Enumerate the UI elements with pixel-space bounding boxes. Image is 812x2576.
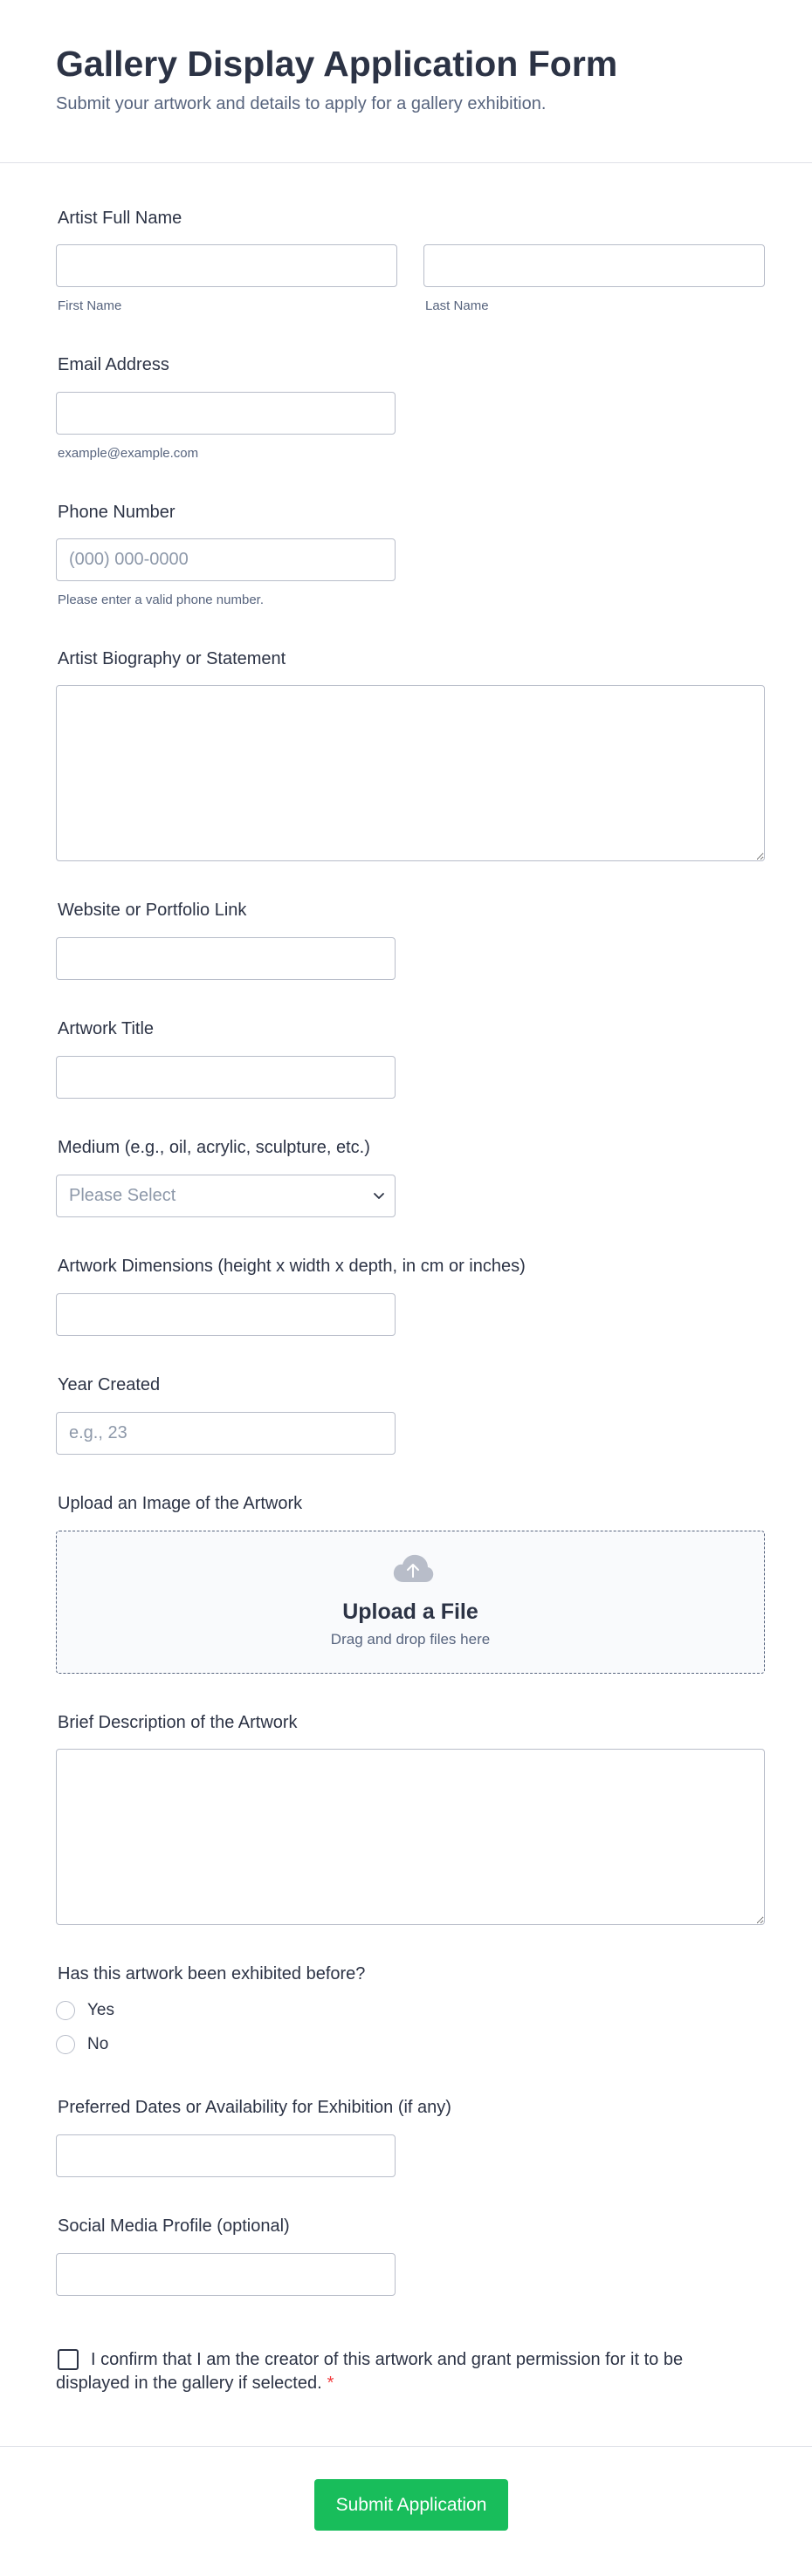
question-social: Social Media Profile (optional) xyxy=(56,2215,290,2237)
file-upload-dropzone[interactable]: Upload a File Drag and drop files here xyxy=(56,1531,765,1674)
biography-label: Artist Biography or Statement xyxy=(58,649,286,668)
biography-textarea[interactable] xyxy=(56,685,765,861)
last-name-input[interactable] xyxy=(423,244,765,287)
website-label: Website or Portfolio Link xyxy=(58,901,247,920)
consent-text: I confirm that I am the creator of this … xyxy=(56,2348,702,2395)
medium-label: Medium (e.g., oil, acrylic, sculpture, e… xyxy=(58,1138,370,1157)
social-label: Social Media Profile (optional) xyxy=(58,2216,290,2236)
form-body: Artist Full Name First Name Last Name Em… xyxy=(0,163,812,2447)
radio-yes-label: Yes xyxy=(87,2001,114,2019)
question-email: Email Address xyxy=(56,353,169,376)
form-header: Gallery Display Application Form Submit … xyxy=(0,0,812,163)
consent-label: I confirm that I am the creator of this … xyxy=(56,2350,684,2393)
year-input[interactable] xyxy=(56,1412,396,1455)
radio-yes[interactable] xyxy=(56,2001,75,2020)
email-input[interactable] xyxy=(56,392,396,435)
question-dimensions: Artwork Dimensions (height x width x dep… xyxy=(56,1255,526,1278)
artwork-title-input[interactable] xyxy=(56,1056,396,1099)
email-sublabel: example@example.com xyxy=(58,446,199,461)
question-year: Year Created xyxy=(56,1374,160,1396)
question-dates: Preferred Dates or Availability for Exhi… xyxy=(56,2096,451,2119)
radio-no[interactable] xyxy=(56,2035,75,2054)
phone-label: Phone Number xyxy=(58,503,175,522)
question-exhibited: Has this artwork been exhibited before? xyxy=(56,1963,365,1985)
form-subtitle: Submit your artwork and details to apply… xyxy=(56,94,547,113)
radio-option-no[interactable]: No xyxy=(56,2035,108,2054)
year-label: Year Created xyxy=(58,1375,161,1394)
question-website: Website or Portfolio Link xyxy=(56,899,246,921)
question-biography: Artist Biography or Statement xyxy=(56,647,286,670)
description-label: Brief Description of the Artwork xyxy=(58,1713,298,1732)
question-medium: Medium (e.g., oil, acrylic, sculpture, e… xyxy=(56,1136,370,1159)
website-input[interactable] xyxy=(56,937,396,980)
submit-button[interactable]: Submit Application xyxy=(314,2479,508,2531)
description-textarea[interactable] xyxy=(56,1749,765,1925)
exhibited-label: Has this artwork been exhibited before? xyxy=(58,1964,366,1983)
form-title: Gallery Display Application Form xyxy=(56,44,618,84)
dates-label: Preferred Dates or Availability for Exhi… xyxy=(58,2098,451,2117)
question-upload: Upload an Image of the Artwork xyxy=(56,1492,302,1515)
question-artwork-title: Artwork Title xyxy=(56,1017,154,1040)
medium-select[interactable]: Please Select xyxy=(56,1175,396,1217)
question-phone: Phone Number xyxy=(56,501,175,524)
upload-label: Upload an Image of the Artwork xyxy=(58,1494,303,1513)
chevron-down-icon xyxy=(374,1193,384,1199)
first-name-input[interactable] xyxy=(56,244,397,287)
first-name-sublabel: First Name xyxy=(58,298,122,313)
dates-input[interactable] xyxy=(56,2134,396,2177)
form-footer: Submit Application xyxy=(0,2446,812,2576)
last-name-sublabel: Last Name xyxy=(425,298,489,313)
upload-hint: Drag and drop files here xyxy=(330,1631,491,1648)
social-input[interactable] xyxy=(56,2253,396,2296)
question-artist-name: Artist Full Name xyxy=(56,207,182,230)
dimensions-input[interactable] xyxy=(56,1293,396,1336)
artist-name-label: Artist Full Name xyxy=(58,209,182,228)
phone-sublabel: Please enter a valid phone number. xyxy=(58,593,264,607)
question-description: Brief Description of the Artwork xyxy=(56,1711,298,1734)
phone-input[interactable] xyxy=(56,538,396,581)
dimensions-label: Artwork Dimensions (height x width x dep… xyxy=(58,1257,526,1276)
medium-selected-value: Please Select xyxy=(69,1186,176,1205)
required-mark: * xyxy=(327,2374,334,2393)
upload-title: Upload a File xyxy=(342,1600,478,1624)
cloud-upload-icon xyxy=(393,1554,434,1582)
radio-no-label: No xyxy=(87,2035,109,2053)
radio-option-yes[interactable]: Yes xyxy=(56,2001,114,2020)
artwork-title-label: Artwork Title xyxy=(58,1019,155,1038)
email-label: Email Address xyxy=(58,355,169,374)
